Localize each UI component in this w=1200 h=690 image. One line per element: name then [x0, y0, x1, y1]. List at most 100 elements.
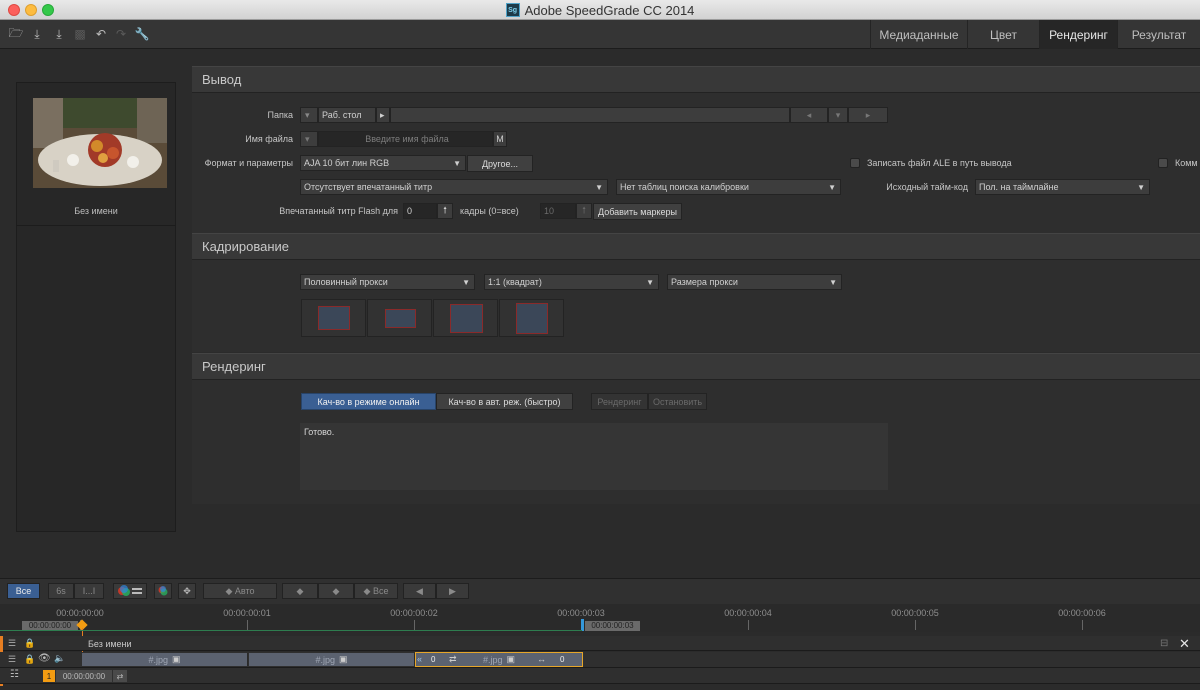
ruler-tick: [1082, 620, 1083, 630]
render-button[interactable]: Рендеринг: [591, 393, 648, 410]
comment-checkbox[interactable]: [1158, 158, 1168, 168]
keyframe-icon: ◆: [363, 585, 373, 596]
render-status-log: Готово.: [300, 423, 888, 490]
flash-label: Впечатанный титр Flash для: [279, 206, 398, 216]
move-icon[interactable]: ✥: [178, 583, 196, 599]
range-button[interactable]: I...I: [74, 583, 104, 599]
folder-next-icon[interactable]: ▸: [376, 107, 390, 123]
clip-thumbnail[interactable]: [33, 98, 167, 188]
folder-value[interactable]: Раб. стол: [318, 107, 376, 123]
add-keyframe-icon[interactable]: ◆: [282, 583, 318, 599]
format-dropdown[interactable]: AJA 10 бит лин RGB ▼: [300, 155, 466, 171]
clip-name: Без имени: [74, 206, 118, 216]
filename-dropdown-icon[interactable]: ▾: [300, 131, 318, 147]
ruler-tick: [414, 620, 415, 630]
tab-color[interactable]: Цвет: [967, 20, 1039, 49]
online-quality-button[interactable]: Кач-во в режиме онлайн: [301, 393, 436, 410]
ruler-label: 00:00:00:02: [390, 608, 438, 618]
clip-icon: ▣: [339, 654, 348, 664]
chevron-down-icon: ▼: [462, 278, 470, 287]
ruler-label: 00:00:00:00: [56, 608, 104, 618]
size-dropdown[interactable]: Размера прокси ▼: [667, 274, 842, 290]
folder-back-icon[interactable]: ◂: [790, 107, 828, 123]
burnin-dropdown[interactable]: Отсутствует впечатанный титр ▼: [300, 179, 608, 195]
color-channels-icon[interactable]: [113, 583, 147, 599]
timeline-clip[interactable]: #.jpg ▣: [249, 653, 415, 666]
frames-stepper-icon[interactable]: 🠕: [576, 203, 592, 219]
undo-icon[interactable]: ↶: [93, 27, 109, 41]
render-section-header[interactable]: Рендеринг: [192, 353, 1200, 380]
remove-keyframe-icon[interactable]: ◆: [318, 583, 354, 599]
lut-dropdown[interactable]: Нет таблиц поиска калибровки ▼: [616, 179, 841, 195]
frames-input[interactable]: 10: [540, 203, 576, 219]
save-icon[interactable]: ⤓: [29, 27, 45, 41]
timeline-clip[interactable]: #.jpg ▣: [82, 653, 248, 666]
redo-icon[interactable]: ↷: [113, 27, 129, 41]
aspect-dropdown[interactable]: 1:1 (квадрат) ▼: [484, 274, 659, 290]
chevron-down-icon: ▼: [829, 278, 837, 287]
eye-icon[interactable]: 👁: [38, 653, 51, 664]
crop-letterbox-thumb[interactable]: [367, 299, 432, 337]
track-settings-icon[interactable]: ⊟: [1160, 638, 1168, 649]
crop-fill-thumb[interactable]: [433, 299, 498, 337]
app-logo: Sg: [505, 3, 520, 17]
clip-icon: ▣: [172, 654, 181, 664]
wrench-icon[interactable]: 🔧: [134, 27, 150, 41]
auto-keyframe-button[interactable]: ◆ Авто: [203, 583, 277, 599]
output-section-header[interactable]: Вывод: [192, 66, 1200, 93]
grade-track: [0, 668, 1200, 684]
tab-result[interactable]: Результат: [1117, 20, 1200, 49]
folder-dropdown-icon[interactable]: ▾: [300, 107, 318, 123]
render-range-bar: [0, 630, 582, 631]
speaker-icon[interactable]: 🔈: [54, 653, 65, 664]
next-keyframe-icon[interactable]: ▶: [436, 583, 469, 599]
other-settings-button[interactable]: Другое...: [467, 155, 533, 172]
open-folder-icon[interactable]: 🗁: [8, 26, 24, 41]
flash-input[interactable]: 0: [403, 203, 437, 219]
export-icon[interactable]: ▩: [72, 27, 88, 41]
folder-forward-icon[interactable]: ▸: [848, 107, 888, 123]
transition-icon[interactable]: ⇄: [449, 654, 457, 665]
track-menu-icon[interactable]: ☰: [8, 638, 16, 649]
proxy-dropdown[interactable]: Половинный прокси ▼: [300, 274, 475, 290]
frames-label: кадры (0=все): [460, 206, 519, 216]
show-all-button[interactable]: Все: [7, 583, 40, 599]
all-keyframes-button[interactable]: ◆ Все: [354, 583, 398, 599]
add-markers-button[interactable]: Добавить маркеры: [593, 203, 682, 220]
trim-right-value: 0: [560, 655, 565, 664]
folder-history-icon[interactable]: ▾: [828, 107, 848, 123]
lock-icon[interactable]: 🔒: [24, 638, 35, 649]
window-title: Adobe SpeedGrade CC 2014: [524, 2, 695, 18]
ale-checkbox[interactable]: [850, 158, 860, 168]
lock-icon[interactable]: 🔒: [24, 654, 35, 665]
flash-stepper-icon[interactable]: 🠕: [437, 203, 453, 219]
save-as-icon[interactable]: ⤓: [51, 27, 67, 41]
track-menu-icon[interactable]: ☰: [8, 654, 16, 665]
trim-left-icon[interactable]: «: [417, 654, 422, 664]
keyframe-icon: ◆: [225, 585, 235, 596]
trim-right-icon[interactable]: ↔: [537, 654, 546, 664]
close-icon[interactable]: ✕: [1179, 636, 1190, 652]
stop-button[interactable]: Остановить: [648, 393, 707, 410]
crop-fit-thumb[interactable]: [301, 299, 366, 337]
chevron-down-icon: ▼: [1137, 183, 1145, 192]
tab-render[interactable]: Рендеринг: [1039, 20, 1117, 49]
ruler-tick: [748, 620, 749, 630]
timecode-label: Исходный тайм-код: [886, 182, 968, 192]
auto-quality-button[interactable]: Кач-во в авт. реж. (быстро): [436, 393, 573, 410]
color-wheel-icon[interactable]: [154, 583, 172, 599]
film-strip-icon[interactable]: ☷: [10, 669, 19, 680]
folder-path-field[interactable]: [390, 107, 790, 123]
crop-section-header[interactable]: Кадрирование: [192, 233, 1200, 260]
timecode-dropdown[interactable]: Пол. на таймлайне ▼: [975, 179, 1150, 195]
prev-keyframe-icon[interactable]: ◀: [403, 583, 436, 599]
crop-square-thumb[interactable]: [499, 299, 564, 337]
filename-label: Имя файла: [245, 134, 293, 144]
ruler-tick: [915, 620, 916, 630]
six-seconds-button[interactable]: 6s: [48, 583, 74, 599]
filename-macro-button[interactable]: M: [493, 131, 507, 147]
tab-metadata[interactable]: Медиаданные: [870, 20, 967, 49]
track-link-icon[interactable]: ⇄: [113, 670, 127, 682]
filename-input[interactable]: Введите имя файла: [318, 131, 493, 147]
selected-timeline-clip[interactable]: #.jpg ▣: [415, 652, 583, 667]
